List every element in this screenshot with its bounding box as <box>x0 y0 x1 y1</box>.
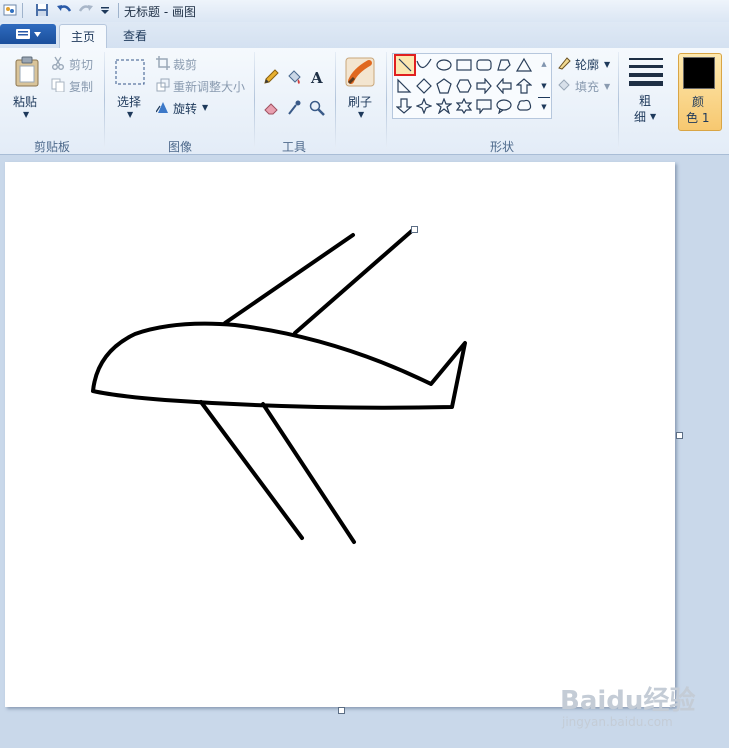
tools-group-label: 工具 <box>281 140 306 154</box>
shapes-group-label: 形状 <box>489 140 514 154</box>
polygon-shape-icon[interactable] <box>494 55 514 75</box>
menu-icon <box>15 29 30 39</box>
text-tool-icon[interactable]: A <box>307 67 327 87</box>
resize-handle[interactable] <box>676 432 683 439</box>
eraser-icon[interactable] <box>261 98 281 118</box>
drawing-canvas[interactable] <box>5 162 675 707</box>
group-separator <box>254 52 255 148</box>
right-arrow-shape-icon[interactable] <box>474 76 494 96</box>
left-arrow-shape-icon[interactable] <box>494 76 514 96</box>
diamond-shape-icon[interactable] <box>414 76 434 96</box>
paint-app-icon[interactable] <box>2 2 18 18</box>
airplane-drawing <box>91 227 467 544</box>
cloud-callout-shape-icon[interactable] <box>514 96 534 116</box>
select-icon[interactable] <box>114 58 146 86</box>
rotate-label[interactable]: 旋转 <box>173 100 197 117</box>
group-separator <box>386 52 387 148</box>
chevron-down-icon <box>33 31 41 37</box>
size-icon[interactable] <box>629 58 663 86</box>
redo-icon[interactable] <box>78 2 94 18</box>
brushes-label[interactable]: 刷子 <box>348 93 372 110</box>
gallery-scroll-up-icon[interactable]: ▲ <box>538 55 550 73</box>
resize-handle[interactable] <box>411 226 418 233</box>
pencil-icon[interactable] <box>261 67 281 87</box>
crop-label[interactable]: 裁剪 <box>173 56 197 73</box>
group-separator <box>104 52 105 148</box>
hexagon-shape-icon[interactable] <box>454 76 474 96</box>
curve-shape-icon[interactable] <box>414 55 434 75</box>
undo-icon[interactable] <box>56 2 72 18</box>
resize-handle[interactable] <box>338 707 345 714</box>
tab-view[interactable]: 查看 <box>114 24 156 48</box>
rect-callout-shape-icon[interactable] <box>474 96 494 116</box>
color-picker-icon[interactable] <box>284 98 304 118</box>
outline-label[interactable]: 轮廓 <box>575 56 599 73</box>
oval-shape-icon[interactable] <box>434 55 454 75</box>
right-triangle-shape-icon[interactable] <box>394 76 414 96</box>
color1-label-line2: 色 1 <box>686 111 710 125</box>
four-point-star-shape-icon[interactable] <box>414 96 434 116</box>
separator <box>22 3 23 18</box>
paste-icon[interactable] <box>13 55 41 89</box>
baidu-watermark: Baidu经验 <box>560 686 696 716</box>
crop-icon[interactable] <box>155 55 171 71</box>
customize-toolbar-icon[interactable] <box>97 2 113 18</box>
magnifier-icon[interactable] <box>307 98 327 118</box>
save-icon[interactable] <box>34 2 50 18</box>
title-bar: 无标题 - 画图 <box>0 0 729 23</box>
chevron-down-icon[interactable]: ▼ <box>650 112 656 121</box>
group-separator <box>618 52 619 148</box>
clipboard-group-label: 剪贴板 <box>33 140 70 154</box>
fill-bucket-icon[interactable] <box>284 67 304 87</box>
tab-home[interactable]: 主页 <box>59 24 107 49</box>
gallery-expand-icon[interactable]: ▼ <box>538 97 550 116</box>
copy-icon[interactable] <box>50 77 66 93</box>
cut-label[interactable]: 剪切 <box>69 56 93 73</box>
baidu-watermark-url: jingyan.baidu.com <box>562 715 673 729</box>
brush-icon[interactable] <box>344 56 376 88</box>
pentagon-shape-icon[interactable] <box>434 76 454 96</box>
rectangle-shape-icon[interactable] <box>454 55 474 75</box>
fill-icon[interactable] <box>556 77 572 93</box>
image-group-label: 图像 <box>167 140 192 154</box>
group-separator <box>335 52 336 148</box>
chevron-down-icon[interactable]: ▼ <box>202 103 208 112</box>
svg-text:A: A <box>310 69 323 85</box>
window-title: 无标题 - 画图 <box>124 5 196 19</box>
fill-label[interactable]: 填充 <box>575 78 599 95</box>
paste-label[interactable]: 粘贴 <box>13 93 37 110</box>
oval-callout-shape-icon[interactable] <box>494 96 514 116</box>
rotate-icon[interactable] <box>155 99 171 115</box>
six-point-star-shape-icon[interactable] <box>454 96 474 116</box>
color1-label-line1: 颜 <box>692 95 705 109</box>
size-label-line1[interactable]: 粗 <box>639 92 651 109</box>
chevron-down-icon[interactable]: ▼ <box>604 82 610 91</box>
rounded-rectangle-shape-icon[interactable] <box>474 55 494 75</box>
chevron-down-icon[interactable]: ▼ <box>604 60 610 69</box>
select-label[interactable]: 选择 <box>117 93 141 110</box>
color1-swatch <box>683 57 715 89</box>
line-shape-icon[interactable] <box>394 54 416 76</box>
gallery-scroll-down-icon[interactable]: ▼ <box>538 77 550 95</box>
resize-icon[interactable] <box>155 77 171 93</box>
size-label-line2[interactable]: 细 <box>634 108 646 125</box>
five-point-star-shape-icon[interactable] <box>434 96 454 116</box>
resize-label[interactable]: 重新调整大小 <box>173 78 245 95</box>
copy-label[interactable]: 复制 <box>69 78 93 95</box>
ribbon-tab-row <box>0 22 729 48</box>
chevron-down-icon[interactable]: ▼ <box>23 110 29 119</box>
scissors-icon[interactable] <box>50 55 66 71</box>
chevron-down-icon[interactable]: ▼ <box>127 110 133 119</box>
up-arrow-shape-icon[interactable] <box>514 76 534 96</box>
file-menu-button[interactable] <box>0 24 56 44</box>
chevron-down-icon[interactable]: ▼ <box>358 110 364 119</box>
triangle-shape-icon[interactable] <box>514 55 534 75</box>
separator <box>118 3 119 18</box>
outline-icon[interactable] <box>556 55 572 71</box>
down-arrow-shape-icon[interactable] <box>394 96 414 116</box>
